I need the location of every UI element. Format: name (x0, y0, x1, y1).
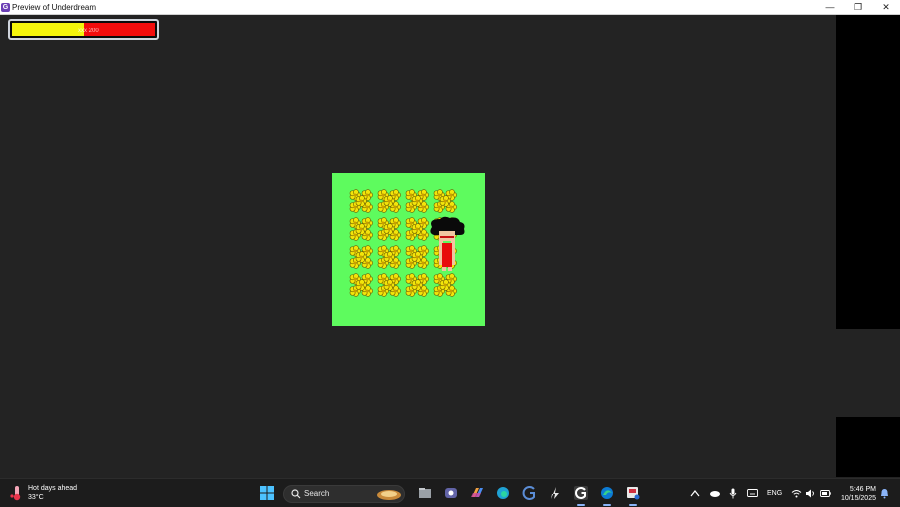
flower-tile (349, 273, 373, 297)
player-eyes (440, 236, 454, 238)
flower-bed (349, 189, 465, 297)
gamemaker-icon: G (1, 2, 10, 12)
hp-bar: xxx 200 (8, 19, 159, 40)
grass-field (332, 173, 485, 326)
window-title: Preview of Underdream (12, 2, 97, 12)
letterbox-right-top (836, 15, 900, 329)
game-viewport[interactable]: xxx 200 (0, 15, 836, 477)
keyboard-icon[interactable] (747, 489, 758, 497)
minimize-icon: — (825, 2, 835, 12)
system-clock[interactable]: 5:46 PM 10/15/2025 (838, 485, 876, 503)
flower-tile (349, 245, 373, 269)
player-left-foot (442, 267, 446, 271)
edge-icon[interactable] (599, 485, 615, 501)
snipping-tool-icon[interactable] (625, 485, 641, 501)
thermometer-icon (10, 486, 21, 501)
edge-icon[interactable] (495, 485, 511, 501)
player-right-foot (448, 267, 452, 271)
hp-bar-track: xxx 200 (12, 23, 155, 36)
flower-tile (405, 273, 429, 297)
close-icon: ✕ (882, 1, 890, 12)
weather-headline: Hot days ahead (28, 485, 78, 492)
copilot-icon[interactable] (469, 485, 485, 501)
search-label: Search (304, 489, 330, 498)
flower-tile (377, 245, 401, 269)
chevron-up-icon[interactable] (690, 489, 700, 497)
start-icon[interactable] (259, 485, 275, 501)
flower-tile (377, 189, 401, 213)
volume-icon[interactable] (805, 489, 815, 498)
flower-tile (377, 217, 401, 241)
flower-tile (433, 189, 457, 213)
window-title-bar: G Preview of Underdream — ❐ ✕ (0, 0, 900, 15)
wifi-icon[interactable] (791, 489, 802, 498)
flower-tile (349, 189, 373, 213)
hp-bar-text: xxx 200 (78, 28, 99, 34)
search-icon (291, 489, 301, 499)
sketch-icon[interactable] (547, 485, 563, 501)
flower-tile (405, 245, 429, 269)
taskbar-search-box[interactable]: Search (283, 485, 405, 503)
flower-tile (377, 273, 401, 297)
close-button[interactable]: ✕ (872, 0, 900, 14)
letterbox-right-bottom (836, 417, 900, 477)
window-controls: — ❐ ✕ (816, 0, 900, 14)
microphone-icon[interactable] (729, 488, 737, 499)
flower-tile (405, 217, 429, 241)
clock-time: 5:46 PM (849, 486, 876, 493)
notification-bell-icon[interactable] (880, 488, 889, 499)
gamemaker-icon[interactable] (573, 485, 589, 501)
clock-date: 10/15/2025 (840, 495, 876, 502)
flower-tile (433, 273, 457, 297)
battery-icon[interactable] (820, 490, 831, 497)
player-shirt (442, 243, 452, 267)
flower-tile (405, 189, 429, 213)
language-indicator[interactable]: ENG (767, 490, 782, 497)
search-highlight-icon (377, 490, 401, 500)
onedrive-icon[interactable] (709, 489, 721, 497)
teams-icon[interactable] (443, 485, 459, 501)
flower-tile (349, 217, 373, 241)
minimize-button[interactable]: — (816, 0, 844, 14)
file-explorer-icon[interactable] (417, 485, 433, 501)
gamemaker-icon[interactable] (521, 485, 537, 501)
weather-widget[interactable]: Hot days ahead 33°C (10, 484, 77, 502)
restore-icon: ❐ (853, 1, 863, 12)
taskbar: Hot days ahead 33°C Search ENG 5:46 PM 1… (0, 478, 900, 507)
maximize-button[interactable]: ❐ (844, 0, 872, 14)
weather-temperature: 33°C (28, 494, 44, 501)
